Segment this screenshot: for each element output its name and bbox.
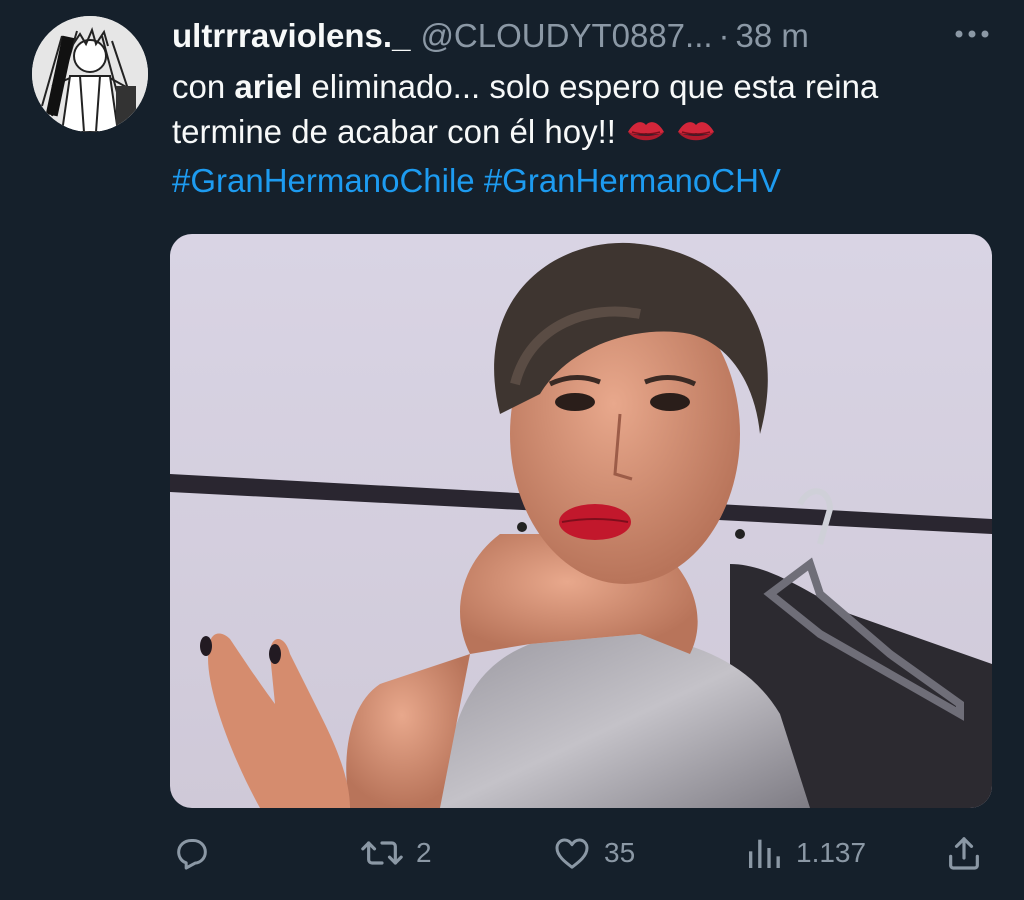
separator-dot: ·	[718, 17, 730, 54]
retweet-icon	[361, 841, 403, 865]
tweet-actions: 2 35 1.137	[172, 828, 994, 878]
avatar[interactable]	[32, 16, 148, 132]
more-dots-icon	[955, 30, 989, 38]
retweet-count: 2	[416, 837, 432, 868]
mention-ariel: ariel	[234, 68, 303, 105]
kiss-icon	[676, 113, 716, 158]
views-icon	[749, 839, 780, 868]
tweet-photo[interactable]	[170, 234, 992, 808]
like-button[interactable]: 35	[552, 828, 635, 878]
kiss-icon	[626, 113, 666, 158]
share-icon	[949, 837, 979, 870]
tweet-text: con ariel eliminado... solo espero que e…	[172, 64, 992, 203]
views-button[interactable]: 1.137	[744, 828, 866, 878]
display-name[interactable]: ultrrraviolens._	[172, 17, 410, 55]
heart-icon	[555, 838, 589, 869]
tweet-header: ultrrraviolens._ @CLOUDYT0887... · 38 m	[172, 14, 1004, 58]
hashtag-link[interactable]: #GranHermanoChile	[172, 162, 475, 199]
hashtag-link[interactable]: #GranHermanoCHV	[484, 162, 781, 199]
reply-icon	[177, 839, 207, 870]
user-handle[interactable]: @CLOUDYT0887...	[420, 17, 712, 55]
reply-button[interactable]	[172, 828, 224, 878]
tweet[interactable]: ultrrraviolens._ @CLOUDYT0887... · 38 m …	[0, 0, 1024, 900]
share-button[interactable]	[944, 828, 984, 878]
more-options-button[interactable]	[950, 16, 994, 52]
views-count: 1.137	[796, 837, 867, 868]
tweet-text-part: con	[172, 68, 235, 105]
like-count: 35	[604, 837, 636, 868]
timestamp[interactable]: 38 m	[736, 17, 809, 55]
retweet-button[interactable]: 2	[360, 828, 432, 878]
